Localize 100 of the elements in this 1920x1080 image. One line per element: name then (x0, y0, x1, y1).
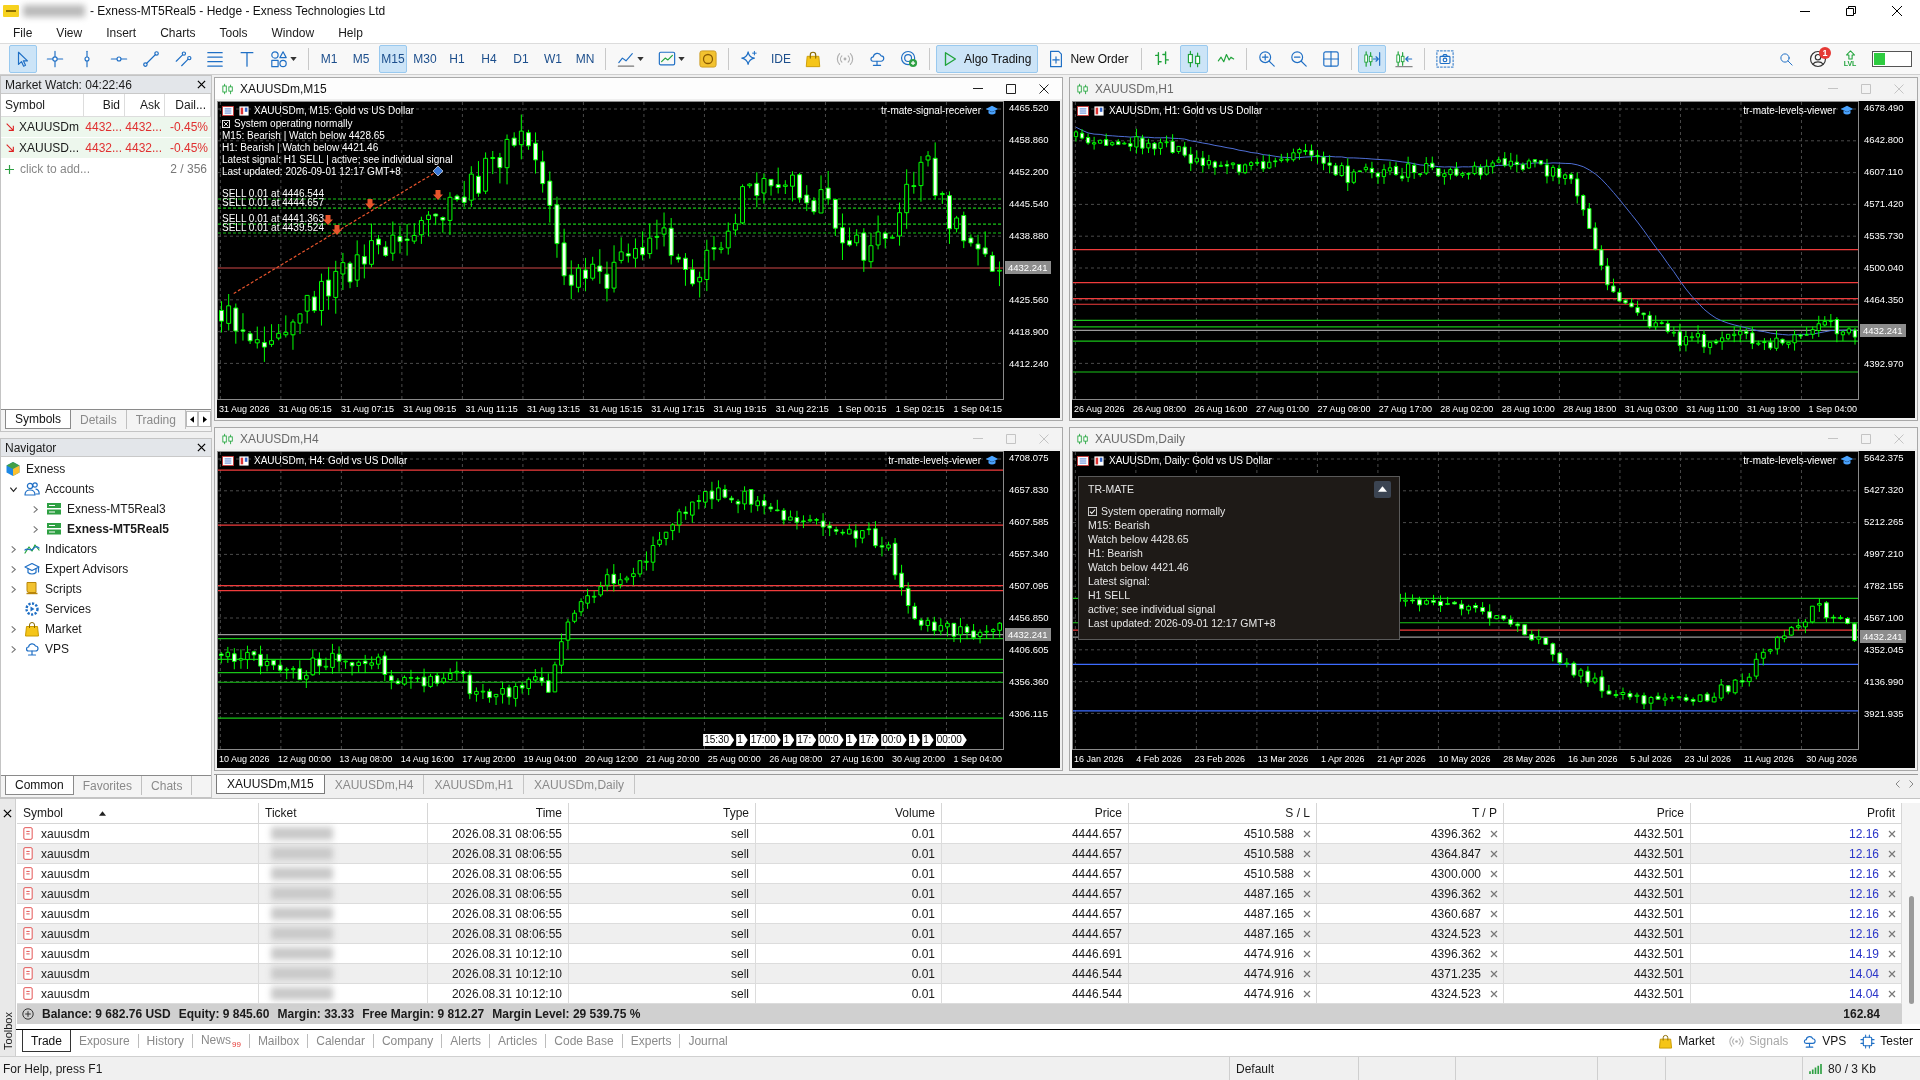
menu-item[interactable]: Insert (94, 22, 149, 43)
toolbox-tab[interactable]: Exposure (70, 1030, 138, 1052)
close-icon[interactable] (1888, 909, 1896, 918)
chart-tab[interactable]: XAUUSDm,M15 (216, 775, 325, 794)
close-button[interactable] (1, 807, 14, 819)
chart-titlebar[interactable]: XAUUSDm,M15 (215, 78, 1062, 99)
order-row[interactable]: xauusdm 2026.08.31 08:06:55 sell 0.01 4444.657 4487.165 4360.687 4432.501 12.16 (17, 904, 1902, 924)
autoscroll-button[interactable] (1358, 45, 1387, 73)
order-row[interactable]: xauusdm 2026.08.31 10:12:10 sell 0.01 4446.544 4474.916 4371.235 4432.501 14.04 (17, 964, 1902, 984)
tree-item[interactable]: Market (1, 619, 211, 639)
menu-item[interactable]: File (1, 22, 45, 43)
order-line[interactable] (218, 198, 1003, 200)
timeframe-button[interactable]: M5 (347, 45, 375, 73)
tree-item[interactable]: Exness-MT5Real5 (1, 519, 211, 539)
order-line[interactable] (218, 232, 1003, 234)
cursor-button[interactable] (9, 45, 37, 73)
timeframe-button[interactable]: H4 (475, 45, 503, 73)
close-icon[interactable] (1303, 949, 1311, 958)
close-icon[interactable] (1303, 929, 1311, 938)
level-line[interactable] (218, 584, 1003, 587)
close-icon[interactable] (1303, 969, 1311, 978)
menu-item[interactable]: Charts (148, 22, 208, 43)
checkbox[interactable] (1088, 506, 1097, 516)
toolbox-tab[interactable]: News$_{99}$ (192, 1030, 249, 1052)
toolbox-tab[interactable]: Mailbox (249, 1030, 308, 1052)
ide-button[interactable]: IDE (767, 45, 795, 73)
toolbox-tab[interactable]: Company (373, 1030, 442, 1052)
close-icon[interactable] (1303, 989, 1311, 998)
panel-tab[interactable]: Symbols (5, 410, 71, 429)
timeframe-button[interactable]: M15 (379, 45, 407, 73)
order-line[interactable] (218, 223, 1003, 225)
order-row[interactable]: xauusdm 2026.08.31 08:06:55 sell 0.01 4444.657 4510.588 4364.847 4432.501 12.16 (17, 844, 1902, 864)
collapse-button[interactable] (1374, 480, 1391, 498)
order-row[interactable]: xauusdm 2026.08.31 08:06:55 sell 0.01 4444.657 4487.165 4324.523 4432.501 12.16 (17, 924, 1902, 944)
candlestick-button[interactable] (1180, 45, 1209, 73)
level-line[interactable] (1073, 297, 1858, 300)
level-line[interactable] (1073, 319, 1858, 322)
level-line[interactable] (218, 672, 1003, 674)
tree-item[interactable]: Exness (1, 459, 211, 479)
level-line[interactable] (218, 681, 1003, 683)
scrollbar-thumb[interactable] (1908, 896, 1914, 1004)
close-icon[interactable] (1490, 869, 1498, 878)
tree-item[interactable]: Expert Advisors (1, 559, 211, 579)
level-line[interactable] (1073, 248, 1858, 251)
symbol-row[interactable]: XAUUSD... 4432... 4432... -0.45% (1, 138, 211, 159)
add-symbol-link[interactable]: click to add... (20, 162, 91, 176)
close-icon[interactable] (1303, 829, 1311, 838)
close-icon[interactable] (1888, 929, 1896, 938)
close-icon[interactable] (1888, 969, 1896, 978)
column-header[interactable]: Volume (756, 803, 942, 823)
close-icon[interactable] (1490, 989, 1498, 998)
close-icon[interactable] (1490, 929, 1498, 938)
tree-item[interactable]: Indicators (1, 539, 211, 559)
menu-item[interactable]: Window (259, 22, 327, 43)
level-line[interactable] (1073, 340, 1858, 342)
close-button[interactable] (195, 78, 207, 91)
timeframe-button[interactable]: H1 (443, 45, 471, 73)
column-header[interactable]: Symbol (17, 803, 259, 823)
close-icon[interactable] (1303, 849, 1311, 858)
close-icon[interactable] (1888, 829, 1896, 838)
order-row[interactable]: xauusdm 2026.08.31 08:06:55 sell 0.01 4444.657 4487.165 4396.362 4432.501 12.16 (17, 884, 1902, 904)
column-header[interactable]: Price (942, 803, 1129, 823)
column-header[interactable]: S / L (1129, 803, 1317, 823)
close-icon[interactable] (1490, 969, 1498, 978)
level-line[interactable] (218, 658, 1003, 660)
close-icon[interactable] (1888, 949, 1896, 958)
order-row[interactable]: xauusdm 2026.08.31 08:06:55 sell 0.01 4444.657 4510.588 4300.000 4432.501 12.16 (17, 864, 1902, 884)
toolbox-tab[interactable]: Trade (22, 1030, 71, 1052)
tree-item[interactable]: Accounts (1, 479, 211, 499)
tree-item[interactable]: Services (1, 599, 211, 619)
close-icon[interactable] (1888, 849, 1896, 858)
toolbox-tab[interactable]: Experts (622, 1030, 680, 1052)
column-header[interactable]: Dail... (165, 94, 211, 116)
toolbox-tab[interactable]: Journal (680, 1030, 736, 1052)
timeframe-button[interactable]: M1 (315, 45, 343, 73)
service-button[interactable]: VPS (1795, 1030, 1854, 1052)
close-icon[interactable] (1490, 889, 1498, 898)
level-line[interactable] (218, 638, 1003, 640)
column-header[interactable]: Time (428, 803, 569, 823)
close-icon[interactable] (1303, 869, 1311, 878)
toolbox-tab[interactable]: Articles (490, 1030, 546, 1052)
timeframe-button[interactable]: M30 (411, 45, 439, 73)
service-button[interactable]: Tester (1853, 1030, 1920, 1052)
close-icon[interactable] (1490, 949, 1498, 958)
close-icon[interactable] (1490, 829, 1498, 838)
tree-item[interactable]: Scripts (1, 579, 211, 599)
column-header[interactable]: Type (569, 803, 756, 823)
timeframe-button[interactable]: W1 (539, 45, 567, 73)
toolbox-tab[interactable]: History (138, 1030, 192, 1052)
close-button[interactable] (195, 441, 207, 454)
order-line[interactable] (218, 207, 1003, 209)
column-header[interactable]: Price (1504, 803, 1691, 823)
close-icon[interactable] (1490, 849, 1498, 858)
toolbox-tab[interactable]: Alerts (442, 1030, 489, 1052)
order-row[interactable]: xauusdm 2026.08.31 10:12:10 sell 0.01 4446.544 4474.916 4324.523 4432.501 14.04 (17, 984, 1902, 1004)
toolbox-tab[interactable]: Calendar (308, 1030, 373, 1052)
column-header[interactable]: Symbol (1, 94, 84, 116)
close-icon[interactable] (1888, 889, 1896, 898)
panel-tab[interactable]: Common (5, 776, 74, 795)
scroll-right-button[interactable] (198, 411, 211, 427)
